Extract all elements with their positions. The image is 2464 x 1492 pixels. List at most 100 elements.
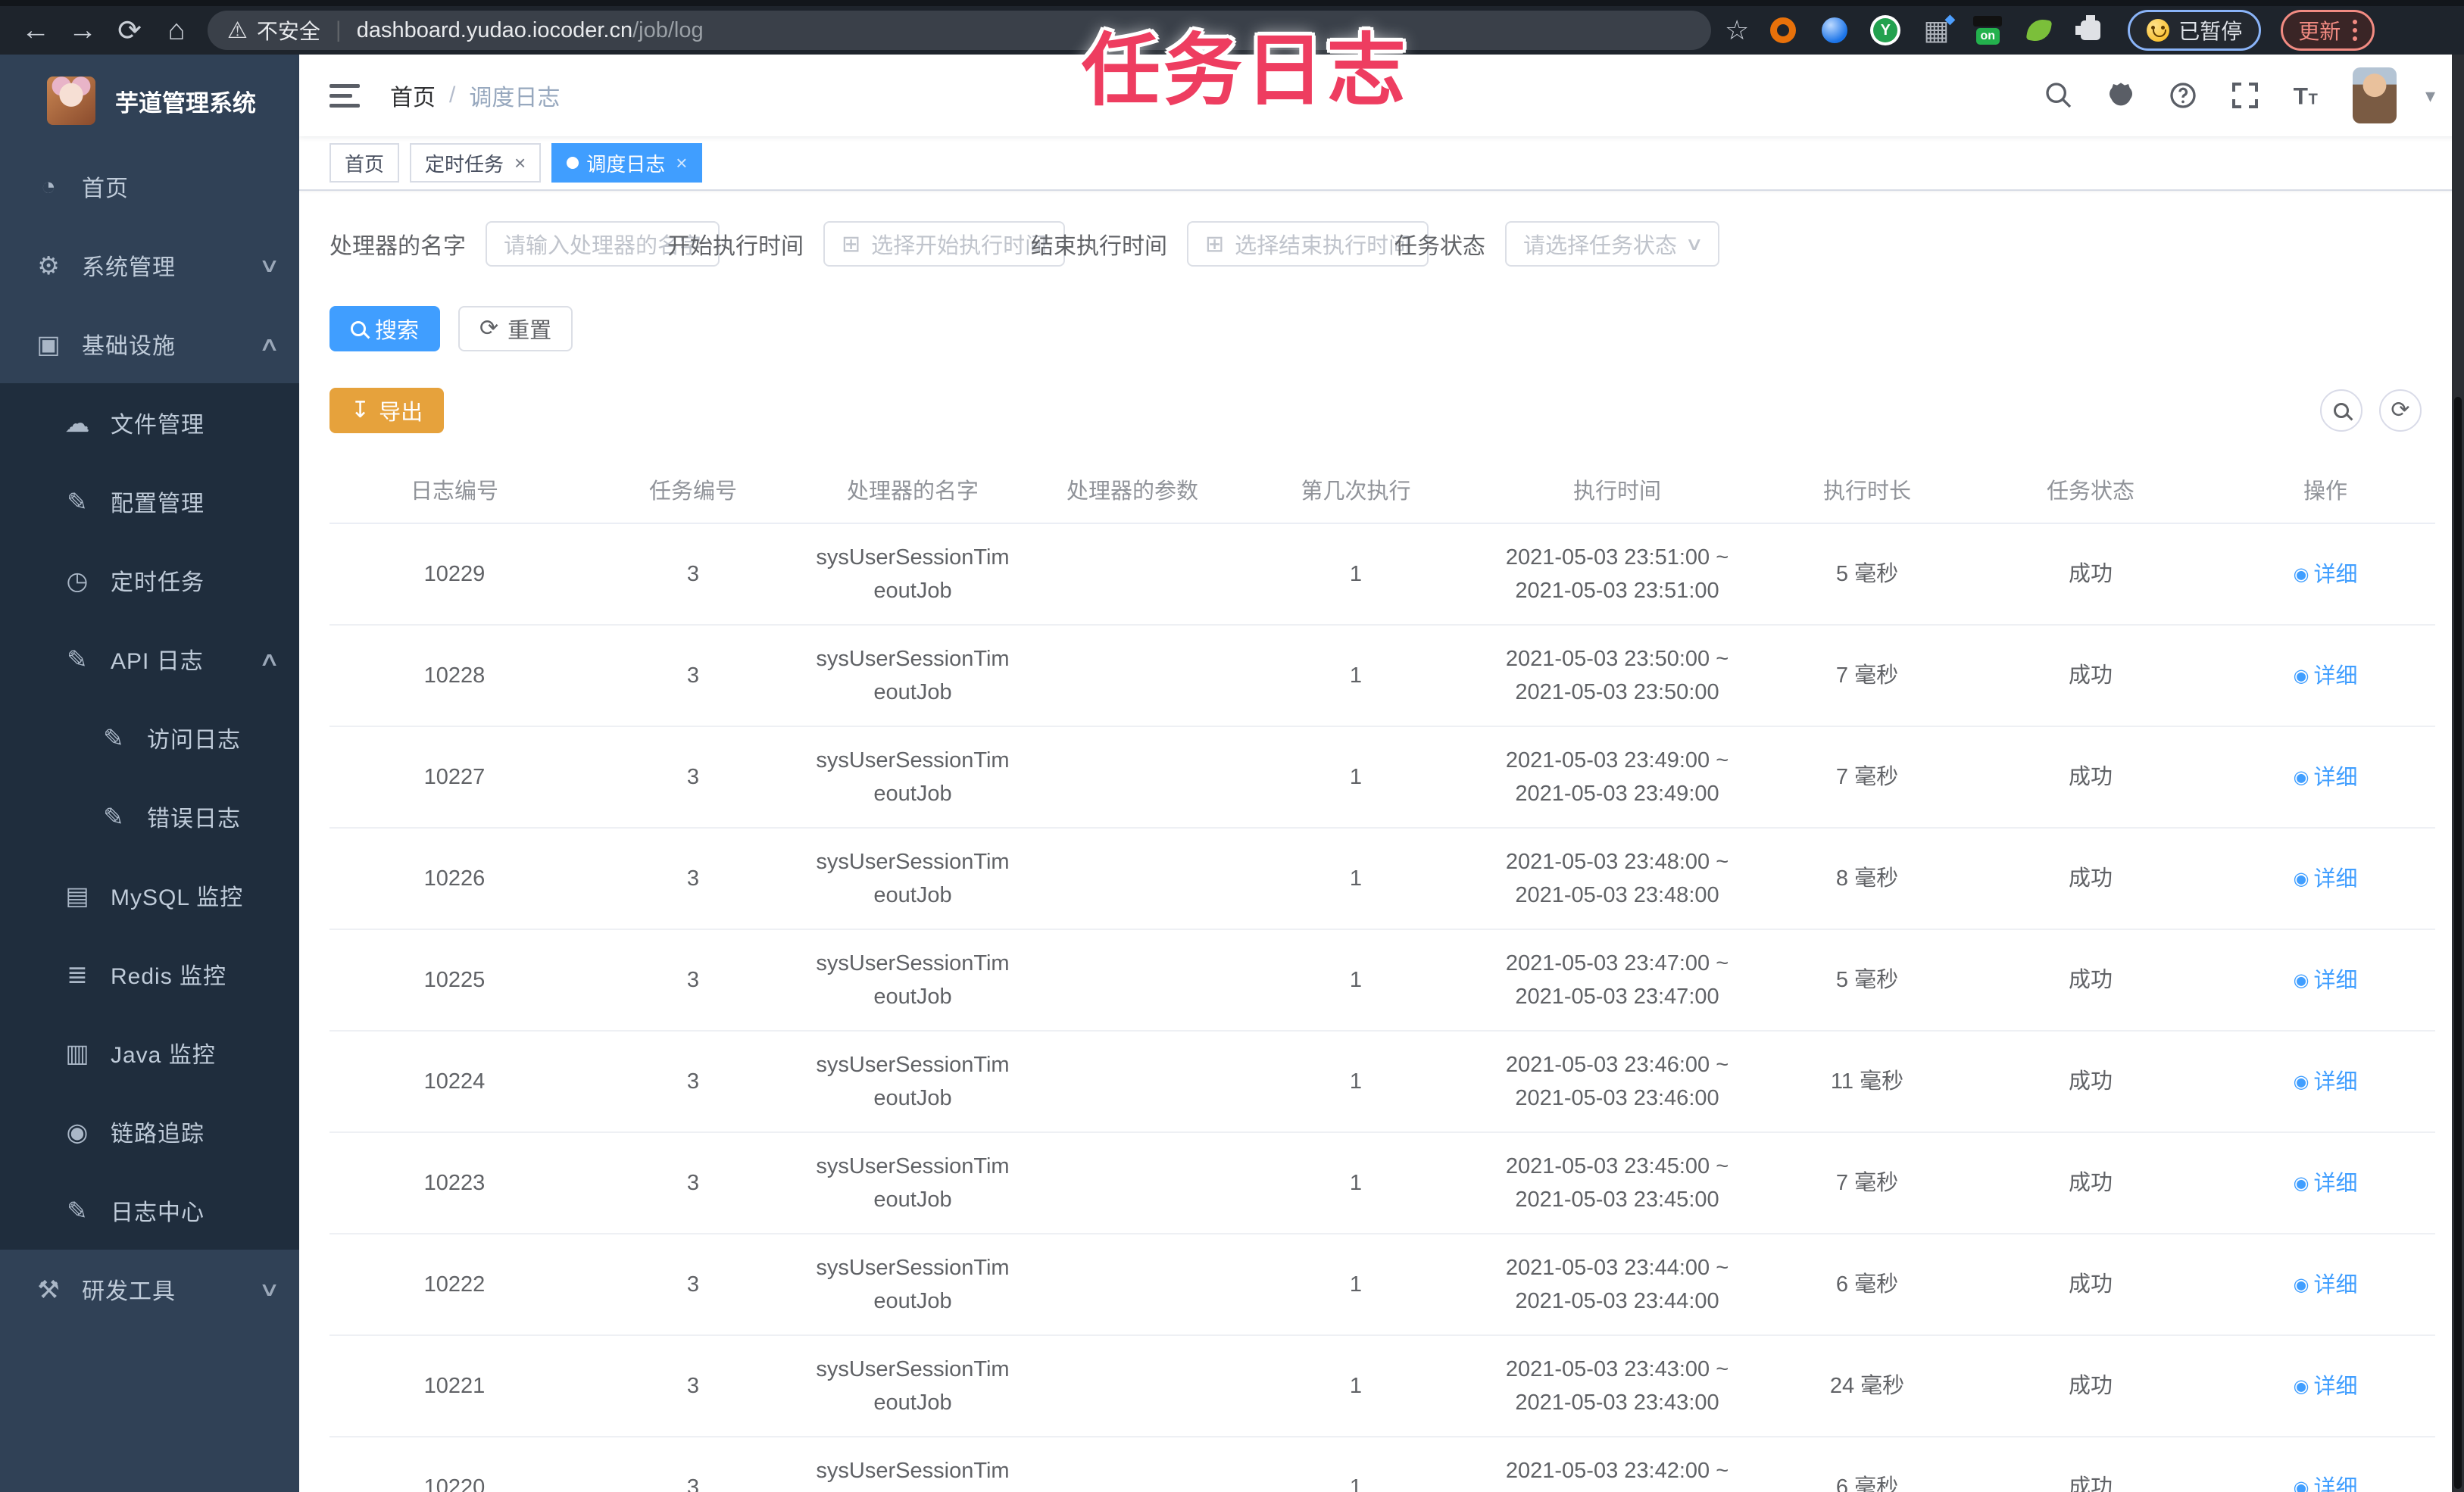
handler-name: sysUserSessionTimeoutJob: [816, 647, 1010, 704]
help-icon[interactable]: [2166, 79, 2200, 112]
sidebar-item[interactable]: ✎ 日志中心: [0, 1171, 299, 1250]
detail-link[interactable]: ◉ 详细: [2294, 1472, 2358, 1492]
search-button[interactable]: 搜索: [329, 306, 441, 351]
execute-time: 2021-05-03 23:49:00 ~2021-05-03 23:49:00: [1505, 748, 1729, 806]
breadcrumb-home[interactable]: 首页: [390, 79, 436, 112]
detail-link[interactable]: ◉ 详细: [2294, 1269, 2358, 1302]
filter-form: 处理器的名字 请输入处理器的名字 开始执行时间 ⊞ 选择开始执行时间 结束执行时…: [329, 221, 2435, 267]
forward-icon[interactable]: →: [59, 9, 106, 52]
log-center-icon: ✎: [67, 1196, 88, 1225]
detail-link[interactable]: ◉ 详细: [2294, 660, 2358, 693]
eye-icon: ◉: [2293, 869, 2309, 889]
white-puzzle-extension[interactable]: [2075, 14, 2106, 46]
tags-view-bar: 首页 定时任务 × 调度日志 ×: [299, 136, 2464, 191]
detail-link[interactable]: ◉ 详细: [2294, 964, 2358, 997]
github-icon[interactable]: [2104, 79, 2138, 112]
address-bar[interactable]: ⚠ 不安全 | dashboard.yudao.iocoder.cn /job/…: [208, 11, 1711, 50]
detail-link[interactable]: ◉ 详细: [2294, 1066, 2358, 1099]
reload-icon[interactable]: ⟳: [106, 9, 153, 52]
execute-index: 1: [1349, 968, 1363, 992]
gear-icon: ⚙: [37, 251, 60, 279]
bookmark-star-icon[interactable]: ☆: [1725, 14, 1749, 46]
header-search-icon[interactable]: [2042, 79, 2075, 112]
svg-text:T: T: [2309, 92, 2318, 108]
handler-name: sysUserSessionTimeoutJob: [816, 1154, 1010, 1212]
log-id: 10229: [423, 562, 486, 586]
paused-badge[interactable]: 已暂停: [2128, 10, 2262, 51]
filter-control[interactable]: 请选择任务状态 ∨: [1505, 221, 1719, 267]
user-avatar[interactable]: [2352, 67, 2397, 123]
green-leaf-extension[interactable]: [2023, 14, 2055, 46]
tab-close-icon[interactable]: ×: [676, 151, 687, 175]
duration: 7 毫秒: [1835, 1171, 1899, 1195]
filter-control[interactable]: ⊞ 选择结束执行时间: [1187, 221, 1429, 267]
sidebar-item[interactable]: ▣ 基础设施 ∧: [0, 304, 299, 383]
job-id: 3: [686, 1475, 700, 1492]
handler-param: [1019, 972, 1246, 988]
table-row: 10228 3 sysUserSessionTimeoutJob 1 2021-…: [329, 626, 2435, 727]
view-tab[interactable]: 定时任务 ×: [410, 143, 542, 183]
log-id: 10226: [423, 866, 486, 891]
detail-link[interactable]: ◉ 详细: [2294, 761, 2358, 794]
sidebar-toggle-icon[interactable]: [329, 83, 360, 108]
sidebar-item[interactable]: ◉ 链路追踪: [0, 1092, 299, 1171]
eye-icon: ◉: [2293, 1275, 2309, 1295]
green-check-extension[interactable]: Y: [1870, 15, 1901, 45]
eye-icon: ◉: [2293, 767, 2309, 788]
sidebar-item[interactable]: ✎ 访问日志: [0, 698, 299, 777]
log-id: 10221: [423, 1374, 486, 1398]
url-separator: |: [335, 17, 342, 42]
eye-icon: ◉: [2293, 1478, 2309, 1492]
sidebar-item[interactable]: ≣ Redis 监控: [0, 935, 299, 1013]
reset-button[interactable]: ⟳ 重置: [458, 306, 573, 351]
page-scrollbar[interactable]: [2452, 55, 2464, 1492]
home-icon[interactable]: ⌂: [153, 9, 200, 52]
table-row: 10224 3 sysUserSessionTimeoutJob 1 2021-…: [329, 1032, 2435, 1133]
browser-update-button[interactable]: 更新: [2281, 10, 2375, 51]
detail-link[interactable]: ◉ 详细: [2294, 863, 2358, 896]
execute-index: 1: [1349, 1171, 1363, 1195]
breadcrumb-current: 调度日志: [469, 86, 561, 111]
toggle-search-button[interactable]: [2320, 389, 2363, 432]
timer-icon: ◷: [66, 566, 89, 595]
sidebar-item[interactable]: ◷ 定时任务: [0, 541, 299, 620]
sidebar-item[interactable]: ☁ 文件管理: [0, 383, 299, 462]
sidebar-item[interactable]: ◔ 首页: [0, 147, 299, 226]
orange-ring-extension[interactable]: [1767, 14, 1799, 46]
refresh-table-button[interactable]: ⟳: [2379, 389, 2422, 432]
detail-link[interactable]: ◉ 详细: [2294, 1167, 2358, 1200]
sidebar-item[interactable]: ⚙ 系统管理 ∨: [0, 226, 299, 304]
back-icon[interactable]: ←: [12, 9, 59, 52]
duration: 24 毫秒: [1829, 1374, 1905, 1398]
fullscreen-icon[interactable]: [2228, 79, 2262, 112]
svg-text:T: T: [2294, 83, 2308, 110]
redis-icon: ≣: [67, 960, 88, 988]
sidebar-item[interactable]: ✎ 错误日志: [0, 777, 299, 856]
download-icon: ↧: [351, 398, 370, 423]
sidebar-item[interactable]: ✎ 配置管理: [0, 462, 299, 541]
scrollbar-thumb[interactable]: [2454, 397, 2462, 1489]
search-icon: [351, 321, 366, 336]
font-size-icon[interactable]: TT: [2291, 79, 2324, 112]
export-button[interactable]: ↧ 导出: [329, 388, 445, 433]
tab-close-icon[interactable]: ×: [514, 151, 526, 175]
sidebar-item[interactable]: ▥ Java 监控: [0, 1013, 299, 1092]
blue-gem-extension[interactable]: [1819, 14, 1850, 46]
filter-control[interactable]: ⊞ 选择开始执行时间: [823, 221, 1066, 267]
view-tab[interactable]: 首页: [329, 143, 400, 183]
status: 成功: [2068, 968, 2113, 992]
sidebar-item[interactable]: ▤ MySQL 监控: [0, 856, 299, 935]
grid-extension[interactable]: ▦ ◆: [1920, 11, 1955, 46]
sidebar-item[interactable]: ⚒ 研发工具 ∨: [0, 1250, 299, 1328]
detail-link[interactable]: ◉ 详细: [2294, 558, 2358, 591]
detail-link[interactable]: ◉ 详细: [2294, 1370, 2358, 1403]
sidebar-item[interactable]: ✎ API 日志 ∧: [0, 620, 299, 698]
eye-icon: ◉: [2293, 666, 2309, 686]
select-caret-icon: ∨: [1685, 233, 1704, 254]
view-tab[interactable]: 调度日志 ×: [551, 143, 703, 183]
browser-menu-icon[interactable]: [2353, 20, 2358, 41]
app-logo-row[interactable]: 芋道管理系统: [0, 55, 299, 147]
handler-param: [1019, 668, 1246, 683]
user-menu-caret-icon[interactable]: ▾: [2425, 84, 2435, 108]
screen-on-extension[interactable]: on: [1972, 14, 2003, 46]
